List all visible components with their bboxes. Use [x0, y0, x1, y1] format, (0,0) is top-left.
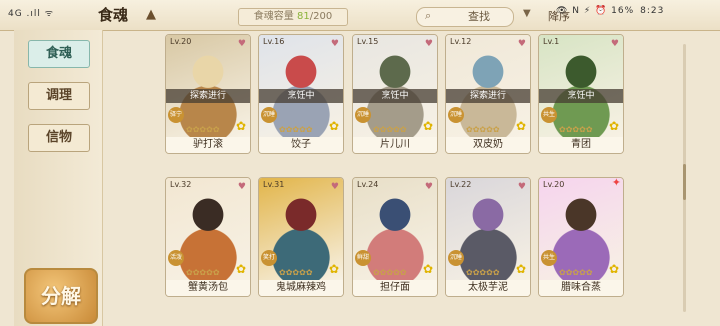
trait-badge: 沉睡 — [261, 107, 277, 123]
food-soul-card[interactable]: Lv.12 ♥ 探索进行 沉睡 ✿✿✿✿✿ ✿ 双皮奶 — [445, 34, 531, 154]
trait-badge: 沉睡 — [355, 107, 371, 123]
status-label: 烹饪中 — [353, 89, 437, 103]
chevron-down-icon[interactable]: ▼ — [523, 8, 531, 19]
food-soul-name: 青团 — [539, 137, 623, 153]
capacity-label: 食魂容量 — [253, 11, 294, 22]
top-bar: 4G .ıll ᯤ 食魂 ▲ 食魂容量 81/200 ⌕ 查找 ▼ 降序 👁 N… — [0, 0, 720, 31]
food-soul-name: 担仔面 — [353, 280, 437, 296]
trait-badge: 驿宁 — [168, 107, 184, 123]
sidebar-item-food-souls[interactable]: 食魂 — [28, 40, 90, 68]
status-label: 探索进行 — [446, 89, 530, 103]
level-label: Lv.12 — [450, 37, 472, 46]
food-soul-name: 驴打滚 — [166, 137, 250, 153]
status-label: 烹饪中 — [259, 89, 343, 103]
food-soul-grid: Lv.20 ♥ 探索进行 驿宁 ✿✿✿✿✿ ✿ 驴打滚 Lv.16 ♥ 烹饪中 … — [165, 34, 685, 326]
status-label: 烹饪中 — [539, 89, 623, 103]
heart-icon: ♥ — [237, 39, 246, 49]
new-tag-icon: ✦ — [611, 177, 621, 189]
chef-hat-icon: ▲ — [146, 7, 156, 22]
trait-badge: 笑打 — [261, 250, 277, 266]
capacity-display: 食魂容量 81/200 — [238, 8, 348, 26]
star-rating: ✿✿✿✿✿ — [466, 125, 500, 134]
heart-icon: ♥ — [424, 39, 433, 49]
star-rating: ✿✿✿✿✿ — [373, 268, 407, 277]
flower-icon: ✿ — [235, 262, 246, 276]
food-soul-name: 片儿川 — [353, 137, 437, 153]
heart-icon: ♥ — [517, 39, 526, 49]
heart-icon: ♥ — [424, 182, 433, 192]
level-label: Lv.22 — [450, 180, 472, 189]
star-rating: ✿✿✿✿✿ — [559, 125, 593, 134]
status-icons: 👁 N ⚡ ⏰ 16% — [556, 6, 635, 16]
heart-icon: ♥ — [330, 182, 339, 192]
heart-icon: ♥ — [517, 182, 526, 192]
food-soul-card[interactable]: Lv.15 ♥ 烹饪中 沉睡 ✿✿✿✿✿ ✿ 片儿川 — [352, 34, 438, 154]
flower-icon: ✿ — [515, 119, 526, 133]
food-soul-name: 腊味合蒸 — [539, 280, 623, 296]
food-soul-card[interactable]: Lv.31 ♥ 笑打 ✿✿✿✿✿ ✿ 鬼城麻辣鸡 — [258, 177, 344, 297]
level-label: Lv.1 — [543, 37, 560, 46]
level-label: Lv.15 — [357, 37, 379, 46]
flower-icon: ✿ — [608, 119, 619, 133]
scrollbar[interactable] — [683, 44, 686, 312]
level-label: Lv.32 — [170, 180, 192, 189]
status-label: 探索进行 — [166, 89, 250, 103]
level-label: Lv.24 — [357, 180, 379, 189]
status-bar-right: 👁 N ⚡ ⏰ 16% 8:23 — [556, 6, 664, 16]
star-rating: ✿✿✿✿✿ — [186, 268, 220, 277]
star-rating: ✿✿✿✿✿ — [373, 125, 407, 134]
star-rating: ✿✿✿✿✿ — [466, 268, 500, 277]
star-rating: ✿✿✿✿✿ — [186, 125, 220, 134]
trait-badge: 沉睡 — [448, 107, 464, 123]
trait-badge: 沉睡 — [448, 250, 464, 266]
search-icon: ⌕ — [425, 9, 432, 22]
food-soul-card[interactable]: Lv.20 ✦ 共生 ✿✿✿✿✿ ✿ 腊味合蒸 — [538, 177, 624, 297]
search-label: 查找 — [468, 10, 490, 23]
food-soul-card[interactable]: Lv.1 ♥ 烹饪中 共生 ✿✿✿✿✿ ✿ 青团 — [538, 34, 624, 154]
trait-badge: 活泼 — [168, 250, 184, 266]
search-button[interactable]: ⌕ 查找 — [416, 7, 514, 27]
flower-icon: ✿ — [422, 119, 433, 133]
heart-icon: ♥ — [237, 182, 246, 192]
scrollbar-thumb[interactable] — [683, 164, 686, 200]
food-soul-name: 双皮奶 — [446, 137, 530, 153]
level-label: Lv.20 — [170, 37, 192, 46]
flower-icon: ✿ — [328, 119, 339, 133]
trait-badge: 共生 — [541, 250, 557, 266]
star-rating: ✿✿✿✿✿ — [279, 268, 313, 277]
food-soul-card[interactable]: Lv.20 ♥ 探索进行 驿宁 ✿✿✿✿✿ ✿ 驴打滚 — [165, 34, 251, 154]
star-rating: ✿✿✿✿✿ — [279, 125, 313, 134]
trait-badge: 鲜甜 — [355, 250, 371, 266]
capacity-current: 81 — [296, 11, 310, 22]
star-rating: ✿✿✿✿✿ — [559, 268, 593, 277]
heart-icon: ♥ — [610, 39, 619, 49]
level-label: Lv.20 — [543, 180, 565, 189]
capacity-max: /200 — [309, 11, 333, 22]
flower-icon: ✿ — [328, 262, 339, 276]
decompose-button[interactable]: 分解 — [24, 268, 98, 324]
food-soul-card[interactable]: Lv.32 ♥ 活泼 ✿✿✿✿✿ ✿ 蟹黄汤包 — [165, 177, 251, 297]
sidebar: 食魂 调理 信物 分解 — [14, 30, 103, 326]
food-soul-card[interactable]: Lv.16 ♥ 烹饪中 沉睡 ✿✿✿✿✿ ✿ 饺子 — [258, 34, 344, 154]
food-soul-card[interactable]: Lv.22 ♥ 沉睡 ✿✿✿✿✿ ✿ 太极芋泥 — [445, 177, 531, 297]
clock: 8:23 — [640, 6, 665, 16]
page-title: 食魂 — [97, 6, 128, 24]
status-bar-left: 4G .ıll ᯤ — [8, 9, 55, 19]
food-soul-name: 鬼城麻辣鸡 — [259, 280, 343, 296]
flower-icon: ✿ — [608, 262, 619, 276]
sidebar-item-tokens[interactable]: 信物 — [28, 124, 90, 152]
food-soul-name: 饺子 — [259, 137, 343, 153]
food-soul-name: 太极芋泥 — [446, 280, 530, 296]
flower-icon: ✿ — [422, 262, 433, 276]
heart-icon: ♥ — [330, 39, 339, 49]
flower-icon: ✿ — [515, 262, 526, 276]
level-label: Lv.31 — [263, 180, 285, 189]
trait-badge: 共生 — [541, 107, 557, 123]
food-soul-card[interactable]: Lv.24 ♥ 鲜甜 ✿✿✿✿✿ ✿ 担仔面 — [352, 177, 438, 297]
flower-icon: ✿ — [235, 119, 246, 133]
level-label: Lv.16 — [263, 37, 285, 46]
sidebar-item-treatment[interactable]: 调理 — [28, 82, 90, 110]
food-soul-name: 蟹黄汤包 — [166, 280, 250, 296]
